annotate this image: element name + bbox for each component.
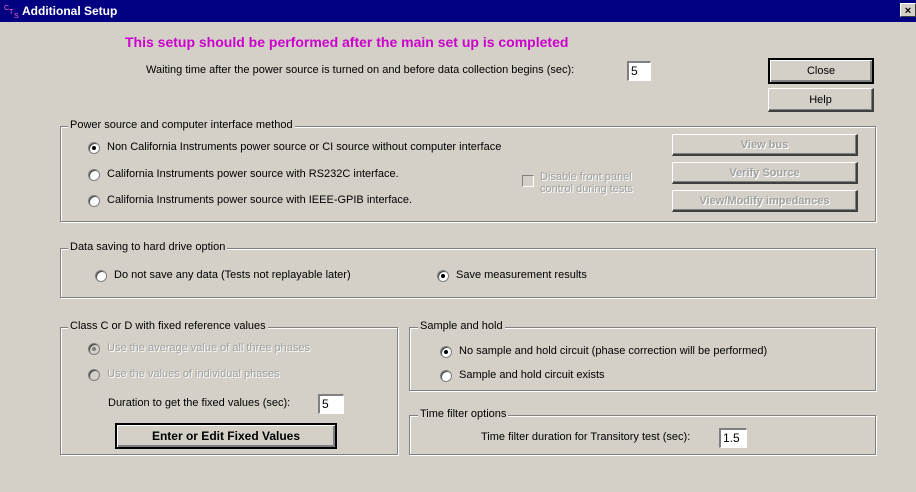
window-title: Additional Setup — [22, 4, 118, 18]
disable-front-panel-label-line2: control during tests — [540, 183, 633, 195]
duration-fixed-values-input[interactable]: 5 — [318, 394, 344, 414]
radio-individual-phases-label[interactable]: Use the values of individual phases — [107, 368, 279, 380]
verify-source-button[interactable]: Verify Source — [672, 162, 858, 184]
data-saving-legend: Data saving to hard drive option — [68, 241, 228, 253]
view-bus-button[interactable]: View bus — [672, 134, 858, 156]
close-icon[interactable]: × — [900, 3, 916, 17]
disable-front-panel-label: Disable front panel control during tests — [540, 171, 633, 195]
time-filter-duration-label: Time filter duration for Transitory test… — [481, 431, 691, 443]
close-button[interactable]: Close — [768, 58, 874, 84]
radio-ci-ieee-gpib-label[interactable]: California Instruments power source with… — [107, 194, 412, 206]
radio-average-three-phases-label[interactable]: Use the average value of all three phase… — [107, 342, 310, 354]
radio-ci-ieee-gpib[interactable] — [88, 195, 100, 207]
radio-sample-hold-exists[interactable] — [440, 370, 452, 382]
sample-hold-legend: Sample and hold — [418, 320, 505, 332]
duration-fixed-values-label: Duration to get the fixed values (sec): — [108, 397, 291, 409]
power-source-legend: Power source and computer interface meth… — [68, 119, 295, 131]
radio-sample-hold-exists-label[interactable]: Sample and hold circuit exists — [459, 369, 605, 381]
setup-instruction-headline: This setup should be performed after the… — [125, 34, 569, 50]
time-filter-duration-input[interactable]: 1.5 — [719, 428, 747, 448]
radio-no-sample-hold[interactable] — [440, 346, 452, 358]
enter-edit-fixed-values-button[interactable]: Enter or Edit Fixed Values — [115, 423, 337, 449]
radio-no-sample-hold-label[interactable]: No sample and hold circuit (phase correc… — [459, 345, 767, 357]
radio-non-ci-source-label[interactable]: Non California Instruments power source … — [107, 141, 501, 153]
disable-front-panel-label-line1: Disable front panel — [540, 171, 632, 183]
radio-individual-phases[interactable] — [88, 369, 100, 381]
waiting-time-input[interactable]: 5 — [627, 61, 651, 81]
radio-average-three-phases[interactable] — [88, 343, 100, 355]
cts-app-icon: C T S — [4, 5, 19, 19]
svg-text:S: S — [14, 13, 19, 19]
sample-hold-group — [409, 327, 876, 391]
radio-ci-rs232c-label[interactable]: California Instruments power source with… — [107, 168, 399, 180]
waiting-time-label: Waiting time after the power source is t… — [146, 64, 575, 76]
disable-front-panel-checkbox[interactable] — [522, 175, 534, 187]
view-modify-impedances-button[interactable]: View/Modify impedances — [672, 190, 858, 212]
radio-do-not-save[interactable] — [95, 270, 107, 282]
radio-save-measurement[interactable] — [437, 270, 449, 282]
time-filter-legend: Time filter options — [418, 408, 509, 420]
title-bar: C T S Additional Setup × — [0, 0, 916, 22]
class-cd-legend: Class C or D with fixed reference values — [68, 320, 268, 332]
additional-setup-window: C T S Additional Setup × This setup shou… — [0, 0, 916, 492]
radio-do-not-save-label[interactable]: Do not save any data (Tests not replayab… — [114, 269, 351, 281]
radio-ci-rs232c[interactable] — [88, 169, 100, 181]
radio-save-measurement-label[interactable]: Save measurement results — [456, 269, 587, 281]
help-button[interactable]: Help — [768, 88, 874, 112]
radio-non-ci-source[interactable] — [88, 142, 100, 154]
